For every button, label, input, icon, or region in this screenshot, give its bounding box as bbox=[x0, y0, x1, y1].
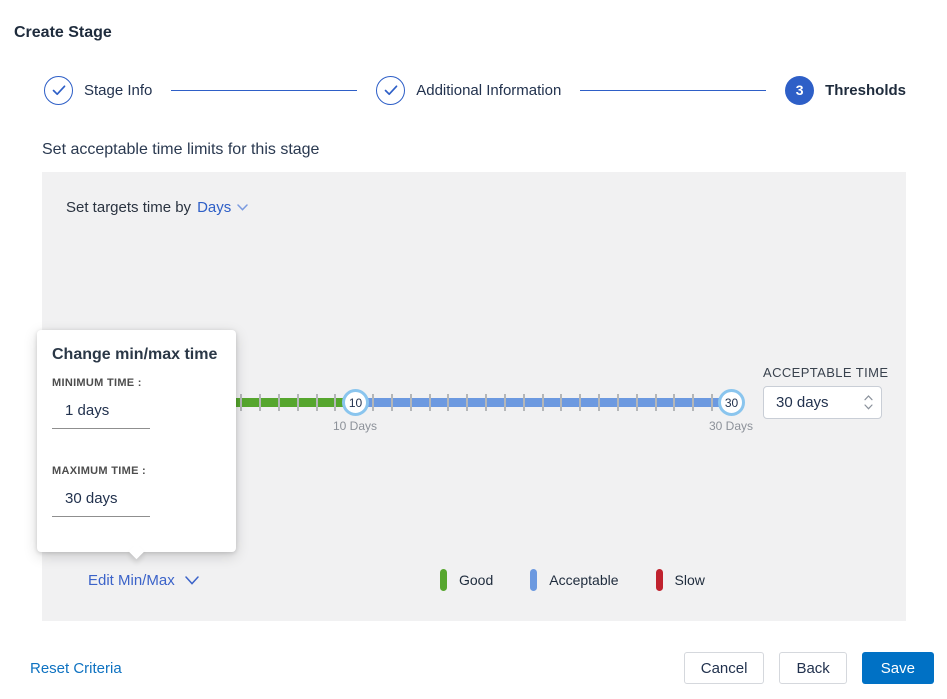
acceptable-swatch bbox=[530, 569, 537, 591]
slider-max-handle-value: 30 bbox=[725, 396, 738, 410]
step-label: Stage Info bbox=[84, 82, 152, 99]
acceptable-time-stepper[interactable] bbox=[864, 395, 873, 410]
slider-tick bbox=[673, 394, 675, 411]
step-complete-circle bbox=[44, 76, 73, 105]
unit-dropdown-value: Days bbox=[197, 199, 231, 216]
chevron-up-icon[interactable] bbox=[864, 395, 873, 401]
step-additional-information[interactable]: Additional Information bbox=[376, 76, 561, 105]
minimum-time-field[interactable]: 1 days bbox=[52, 400, 150, 429]
edit-minmax-label: Edit Min/Max bbox=[88, 572, 175, 589]
step-number: 3 bbox=[796, 82, 804, 98]
slider-tick bbox=[711, 394, 713, 411]
slider-min-handle[interactable]: 10 bbox=[342, 389, 369, 416]
targets-prefix-label: Set targets time by bbox=[66, 199, 191, 216]
slider-tick bbox=[391, 394, 393, 411]
section-heading: Set acceptable time limits for this stag… bbox=[42, 141, 319, 159]
slider-tick bbox=[542, 394, 544, 411]
reset-criteria-link[interactable]: Reset Criteria bbox=[30, 660, 122, 677]
slider-tick bbox=[579, 394, 581, 411]
slider-min-handle-value: 10 bbox=[349, 396, 362, 410]
legend-item-good: Good bbox=[440, 569, 493, 591]
save-button[interactable]: Save bbox=[862, 652, 934, 684]
slider-tick bbox=[560, 394, 562, 411]
slider-tick bbox=[655, 394, 657, 411]
slider-tick bbox=[523, 394, 525, 411]
slider-tick bbox=[617, 394, 619, 411]
chevron-down-icon bbox=[237, 204, 248, 211]
slider-tick bbox=[466, 394, 468, 411]
popup-spacer bbox=[52, 429, 221, 452]
slider-tick bbox=[334, 394, 336, 411]
footer-buttons: Cancel Back Save bbox=[684, 652, 934, 684]
step-thresholds[interactable]: 3 Thresholds bbox=[785, 76, 906, 105]
maximum-time-field[interactable]: 30 days bbox=[52, 488, 150, 517]
back-button[interactable]: Back bbox=[779, 652, 846, 684]
step-number-circle: 3 bbox=[785, 76, 814, 105]
step-label: Thresholds bbox=[825, 82, 906, 99]
slider-tick bbox=[240, 394, 242, 411]
maximum-time-label: MAXIMUM TIME : bbox=[52, 465, 221, 477]
slider-tick bbox=[429, 394, 431, 411]
legend: Good Acceptable Slow bbox=[440, 569, 705, 591]
step-stage-info[interactable]: Stage Info bbox=[44, 76, 152, 105]
slider-tick bbox=[504, 394, 506, 411]
stepper-connector bbox=[171, 90, 357, 91]
acceptable-time-value: 30 days bbox=[776, 394, 864, 411]
slider-tick bbox=[598, 394, 600, 411]
slider-min-handle-label: 10 Days bbox=[333, 419, 377, 433]
legend-label: Good bbox=[459, 572, 493, 588]
cancel-button[interactable]: Cancel bbox=[684, 652, 765, 684]
slider-tick bbox=[297, 394, 299, 411]
popup-title: Change min/max time bbox=[52, 346, 221, 364]
check-icon bbox=[384, 85, 398, 96]
step-complete-circle bbox=[376, 76, 405, 105]
step-label: Additional Information bbox=[416, 82, 561, 99]
slider-tick bbox=[636, 394, 638, 411]
legend-item-slow: Slow bbox=[656, 569, 705, 591]
change-minmax-popup: Change min/max time MINIMUM TIME : 1 day… bbox=[37, 330, 236, 552]
slider-tick bbox=[372, 394, 374, 411]
slider-tick bbox=[410, 394, 412, 411]
legend-label: Slow bbox=[675, 572, 705, 588]
check-icon bbox=[52, 85, 66, 96]
acceptable-time-label: ACCEPTABLE TIME bbox=[763, 365, 888, 380]
slider-tick bbox=[259, 394, 261, 411]
legend-label: Acceptable bbox=[549, 572, 618, 588]
slider-max-handle[interactable]: 30 bbox=[718, 389, 745, 416]
slider-tick bbox=[692, 394, 694, 411]
slider-max-handle-label: 30 Days bbox=[709, 419, 753, 433]
chevron-down-icon bbox=[185, 576, 199, 585]
slider-tick bbox=[316, 394, 318, 411]
acceptable-time-input[interactable]: 30 days bbox=[763, 386, 882, 419]
slow-swatch bbox=[656, 569, 663, 591]
wizard-stepper: Stage Info Additional Information 3 Thre… bbox=[44, 76, 906, 104]
slider-tick bbox=[485, 394, 487, 411]
slider-tick bbox=[278, 394, 280, 411]
edit-minmax-button[interactable]: Edit Min/Max bbox=[88, 572, 199, 589]
minimum-time-label: MINIMUM TIME : bbox=[52, 377, 221, 389]
unit-dropdown[interactable]: Days bbox=[197, 199, 248, 216]
targets-row: Set targets time by Days bbox=[66, 199, 248, 216]
good-swatch bbox=[440, 569, 447, 591]
stepper-connector bbox=[580, 90, 766, 91]
page-title: Create Stage bbox=[14, 24, 112, 42]
chevron-down-icon[interactable] bbox=[864, 404, 873, 410]
legend-item-acceptable: Acceptable bbox=[530, 569, 618, 591]
slider-tick bbox=[447, 394, 449, 411]
